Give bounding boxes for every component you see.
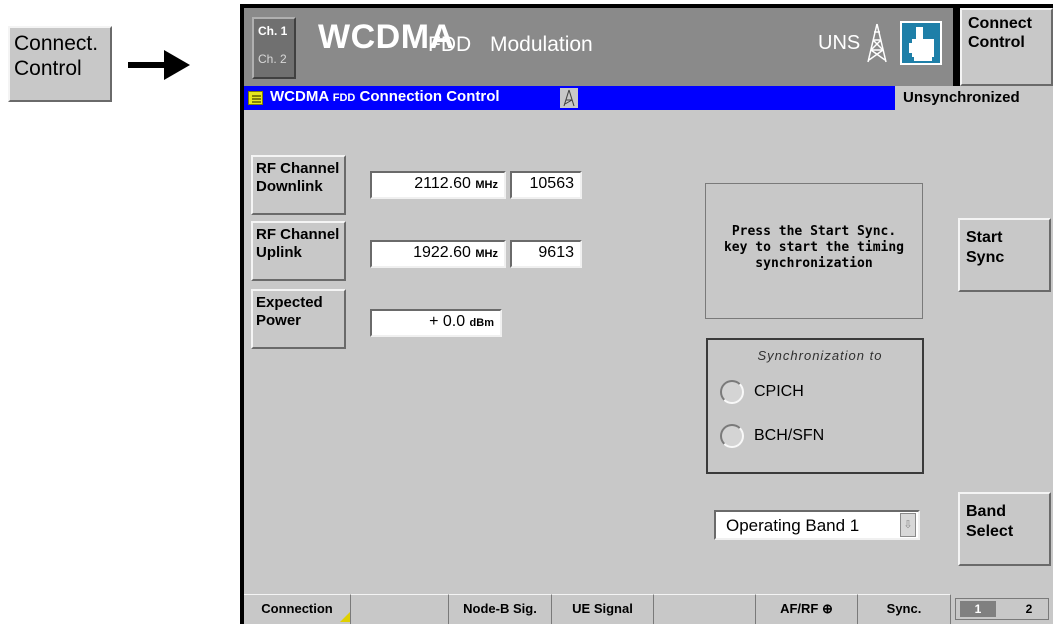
expected-power-value: + 0.0	[429, 313, 466, 330]
remote-hand-button[interactable]	[900, 21, 942, 65]
band-select-button[interactable]: Band Select	[958, 492, 1051, 566]
af-rf-label: AF/RF	[780, 601, 819, 616]
hand-pointer-icon	[909, 27, 934, 61]
bch-sfn-radio[interactable]	[720, 424, 744, 448]
page-1-tab[interactable]: 1	[960, 601, 996, 617]
page-2-tab[interactable]: 2	[1014, 601, 1044, 617]
rf-downlink-label-line1: RF Channel	[256, 160, 340, 177]
expected-power-label-line1: Expected	[256, 294, 323, 311]
softkey-empty-1[interactable]	[351, 594, 449, 624]
rf-uplink-label-line2: Uplink	[256, 244, 302, 261]
hardkey-label-line1: Connect.	[14, 32, 99, 55]
tower-small-icon	[560, 88, 578, 108]
connector-icon: ⊕	[822, 601, 833, 616]
downlink-channel-value: 10563	[529, 175, 575, 192]
hardkey-label-line2: Control	[14, 57, 82, 80]
start-sync-button[interactable]: Start Sync	[958, 218, 1051, 292]
operating-band-value: Operating Band 1	[726, 516, 860, 535]
softkey-node-b-signal[interactable]: Node-B Sig.	[449, 594, 552, 624]
menu-title: WCDMA FDD Connection Control	[270, 88, 500, 105]
channel-1-label: Ch. 1	[258, 24, 288, 38]
downlink-frequency-value: 2112.60	[414, 175, 471, 192]
softkey-empty-2[interactable]	[654, 594, 756, 624]
band-select-line2: Select	[966, 523, 1014, 540]
operating-band-dropdown[interactable]: Operating Band 1	[714, 510, 920, 540]
message-line2: key to start the timing	[723, 240, 904, 255]
uplink-channel-field[interactable]: 9613	[510, 240, 582, 268]
rf-channel-downlink-button[interactable]: RF Channel Downlink	[251, 155, 346, 215]
app-title-suffix: FDD	[428, 33, 472, 56]
sync-status-short: UNS	[818, 32, 861, 54]
uplink-frequency-field[interactable]: 1922.60 MHz	[370, 240, 506, 268]
expected-power-field[interactable]: + 0.0 dBm	[370, 309, 502, 337]
downlink-channel-field[interactable]: 10563	[510, 171, 582, 199]
uplink-frequency-unit: MHz	[475, 248, 498, 260]
softkey-ue-signal[interactable]: UE Signal	[552, 594, 654, 624]
right-arrow-icon	[128, 50, 190, 80]
menu-title-main: WCDMA	[270, 88, 329, 105]
rf-uplink-label-line1: RF Channel	[256, 226, 340, 243]
sync-status-badge: Unsynchronized	[895, 86, 1053, 110]
menu-title-rest: Connection Control	[359, 88, 500, 105]
bch-sfn-label: BCH/SFN	[754, 427, 825, 444]
uplink-channel-value: 9613	[538, 244, 574, 261]
channel-2-label: Ch. 2	[258, 52, 287, 66]
connect-control-line1: Connect	[968, 15, 1032, 32]
connect-control-hardkey[interactable]: Connect. Control	[8, 26, 112, 102]
synchronization-title: Synchronization to	[757, 348, 883, 363]
message-line3: synchronization	[755, 256, 873, 271]
uplink-frequency-value: 1922.60	[413, 244, 471, 261]
rf-downlink-label-line2: Downlink	[256, 178, 323, 195]
rf-channel-uplink-button[interactable]: RF Channel Uplink	[251, 221, 346, 281]
antenna-tower-icon	[867, 23, 887, 63]
cpich-label: CPICH	[754, 383, 804, 400]
cpich-radio[interactable]	[720, 380, 744, 404]
measurement-mode: Modulation	[490, 33, 593, 56]
expected-power-button[interactable]: Expected Power	[251, 289, 346, 349]
connect-control-line2: Control	[968, 34, 1025, 51]
menu-icon[interactable]	[248, 91, 263, 105]
start-sync-line1: Start	[966, 229, 1003, 246]
softkey-connection[interactable]: Connection	[244, 594, 351, 624]
band-select-line1: Band	[966, 503, 1006, 520]
expected-power-unit: dBm	[469, 317, 494, 329]
active-softkey-marker	[340, 612, 350, 622]
dropdown-arrow-icon[interactable]: ⇩	[900, 513, 916, 537]
menu-title-small: FDD	[332, 92, 356, 104]
main-panel	[244, 110, 1053, 594]
message-line1: Press the Start Sync.	[731, 224, 897, 239]
start-sync-line2: Sync	[966, 249, 1005, 266]
softkey-af-rf[interactable]: AF/RF ⊕	[756, 594, 858, 624]
expected-power-label-line2: Power	[256, 312, 302, 329]
start-sync-message: Press the Start Sync. key to start the t…	[705, 183, 923, 319]
downlink-frequency-unit: MHz	[475, 179, 498, 191]
connect-control-button[interactable]: Connect Control	[960, 8, 1053, 86]
downlink-frequency-field[interactable]: 2112.60 MHz	[370, 171, 506, 199]
softkey-sync[interactable]: Sync.	[858, 594, 951, 624]
